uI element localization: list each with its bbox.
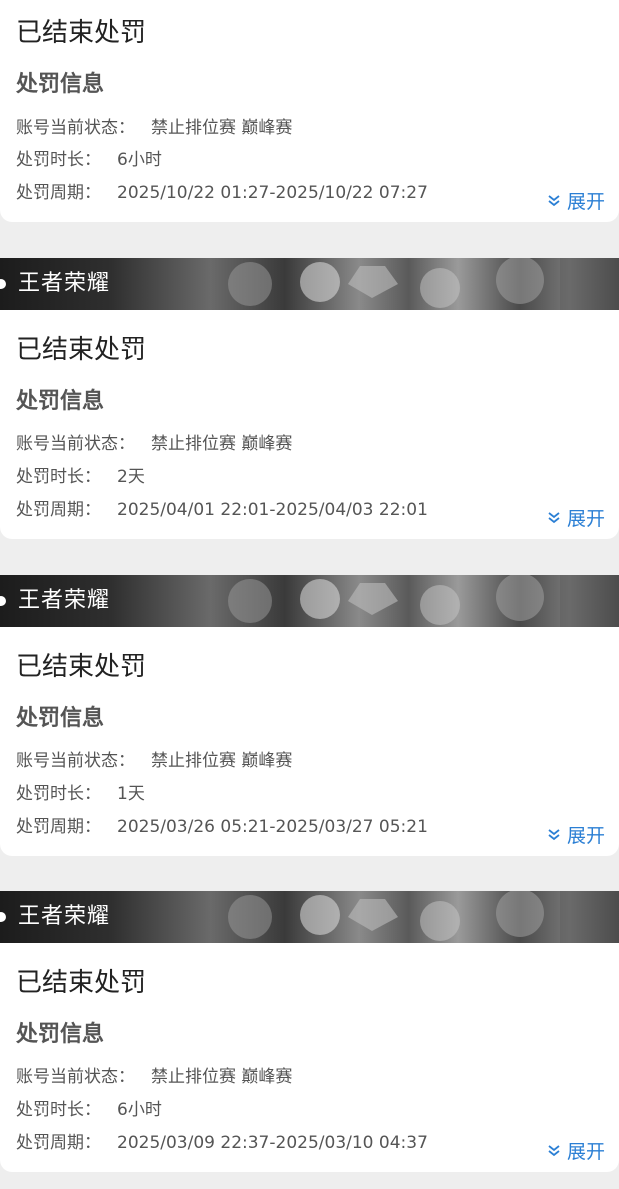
duration-label: 处罚时长： [16, 1100, 101, 1120]
account-status-row: 账号当前状态： 禁止排位赛 巅峰赛 [16, 433, 292, 455]
account-status-value: 禁止排位赛 巅峰赛 [151, 434, 293, 454]
penalty-card: 已结束处罚 处罚信息 账号当前状态： 禁止排位赛 巅峰赛 处罚时长： 6小时 处罚周… [0, 943, 619, 1172]
account-status-label: 账号当前状态： [16, 118, 135, 138]
penalty-info-heading: 处罚信息 [16, 72, 105, 97]
banner-title: 王者荣耀 [18, 271, 111, 296]
period-row: 处罚周期： 2025/03/09 22:37-2025/03/10 04:37 [16, 1132, 428, 1154]
expand-button[interactable]: 展开 [547, 190, 605, 214]
expand-label: 展开 [566, 508, 605, 530]
account-status-label: 账号当前状态： [16, 751, 135, 771]
period-label: 处罚周期： [16, 500, 101, 520]
duration-value: 6小时 [117, 1100, 162, 1120]
duration-row: 处罚时长： 2天 [16, 466, 145, 488]
expand-button[interactable]: 展开 [547, 1140, 605, 1164]
game-banner: 王者荣耀 [0, 575, 619, 627]
double-chevron-down-icon [548, 194, 560, 206]
period-value: 2025/03/26 05:21-2025/03/27 05:21 [117, 817, 428, 837]
double-chevron-down-icon [548, 828, 560, 840]
duration-label: 处罚时长： [16, 467, 101, 487]
duration-value: 6小时 [117, 150, 162, 170]
duration-value: 1天 [117, 784, 145, 804]
expand-button[interactable]: 展开 [547, 507, 605, 531]
account-status-row: 账号当前状态： 禁止排位赛 巅峰赛 [16, 750, 292, 772]
period-row: 处罚周期： 2025/03/26 05:21-2025/03/27 05:21 [16, 816, 428, 838]
penalty-info-heading: 处罚信息 [16, 389, 105, 414]
expand-label: 展开 [566, 191, 605, 213]
game-banner: 王者荣耀 [0, 891, 619, 943]
duration-row: 处罚时长： 1天 [16, 783, 145, 805]
expand-button[interactable]: 展开 [547, 824, 605, 848]
account-status-row: 账号当前状态： 禁止排位赛 巅峰赛 [16, 1066, 292, 1088]
double-chevron-down-icon [548, 1144, 560, 1156]
period-value: 2025/10/22 01:27-2025/10/22 07:27 [117, 183, 428, 203]
duration-label: 处罚时长： [16, 150, 101, 170]
penalty-card: 已结束处罚 处罚信息 账号当前状态： 禁止排位赛 巅峰赛 处罚时长： 2天 处罚周期… [0, 310, 619, 539]
period-label: 处罚周期： [16, 183, 101, 203]
account-status-value: 禁止排位赛 巅峰赛 [151, 118, 293, 138]
banner-title: 王者荣耀 [18, 588, 111, 613]
duration-row: 处罚时长： 6小时 [16, 149, 162, 171]
penalty-card: 已结束处罚 处罚信息 账号当前状态： 禁止排位赛 巅峰赛 处罚时长： 6小时 处罚周… [0, 0, 619, 222]
game-banner: 王者荣耀 [0, 258, 619, 310]
penalty-status-title: 已结束处罚 [16, 335, 147, 365]
period-value: 2025/04/01 22:01-2025/04/03 22:01 [117, 500, 428, 520]
penalty-status-title: 已结束处罚 [16, 652, 147, 682]
expand-label: 展开 [566, 1141, 605, 1163]
duration-row: 处罚时长： 6小时 [16, 1099, 162, 1121]
period-row: 处罚周期： 2025/10/22 01:27-2025/10/22 07:27 [16, 182, 428, 204]
duration-label: 处罚时长： [16, 784, 101, 804]
account-status-label: 账号当前状态： [16, 434, 135, 454]
account-status-row: 账号当前状态： 禁止排位赛 巅峰赛 [16, 117, 292, 139]
double-chevron-down-icon [548, 511, 560, 523]
period-label: 处罚周期： [16, 817, 101, 837]
penalty-status-title: 已结束处罚 [16, 18, 147, 48]
banner-title: 王者荣耀 [18, 904, 111, 929]
period-row: 处罚周期： 2025/04/01 22:01-2025/04/03 22:01 [16, 499, 428, 521]
period-label: 处罚周期： [16, 1133, 101, 1153]
account-status-value: 禁止排位赛 巅峰赛 [151, 1067, 293, 1087]
period-value: 2025/03/09 22:37-2025/03/10 04:37 [117, 1133, 428, 1153]
penalty-status-title: 已结束处罚 [16, 968, 147, 998]
account-status-label: 账号当前状态： [16, 1067, 135, 1087]
duration-value: 2天 [117, 467, 145, 487]
penalty-card: 已结束处罚 处罚信息 账号当前状态： 禁止排位赛 巅峰赛 处罚时长： 1天 处罚周期… [0, 627, 619, 856]
account-status-value: 禁止排位赛 巅峰赛 [151, 751, 293, 771]
penalty-info-heading: 处罚信息 [16, 1022, 105, 1047]
penalty-records-page: 已结束处罚 处罚信息 账号当前状态： 禁止排位赛 巅峰赛 处罚时长： 6小时 处罚周… [0, 0, 619, 1189]
penalty-info-heading: 处罚信息 [16, 706, 105, 731]
expand-label: 展开 [566, 825, 605, 847]
